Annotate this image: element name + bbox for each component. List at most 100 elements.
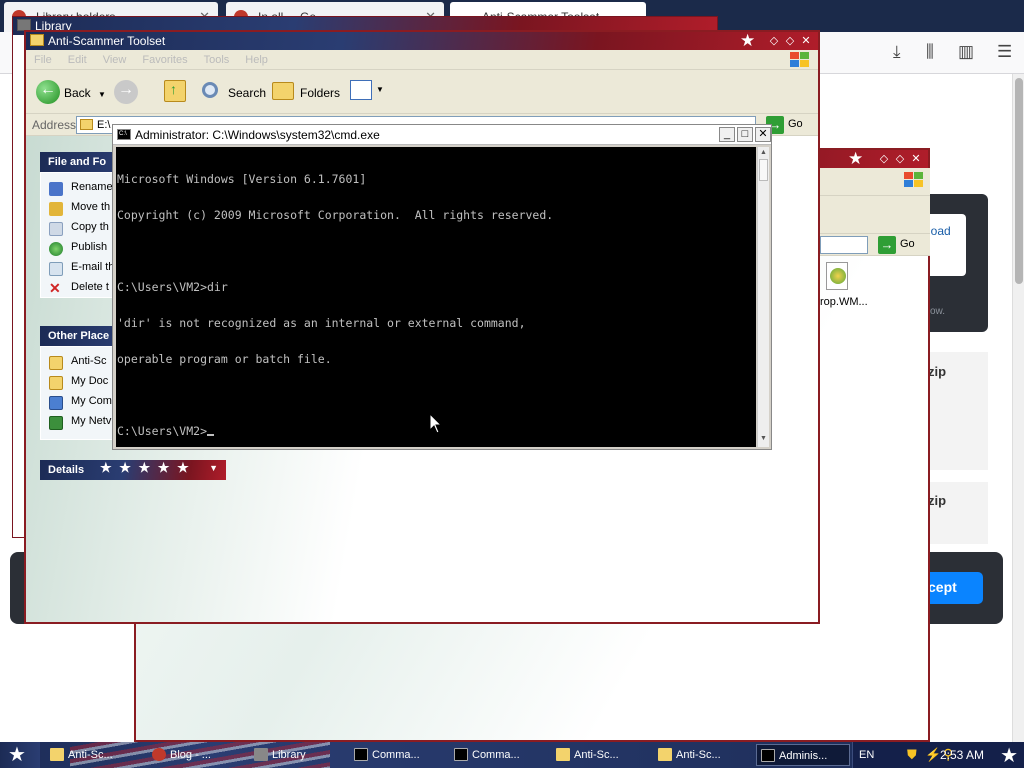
cmd-titlebar[interactable]: C:\ Administrator: C:\Windows\system32\c… [113, 125, 771, 145]
text-cursor [207, 434, 215, 436]
maximize-button[interactable]: □ [737, 127, 753, 142]
menu-help[interactable]: Help [237, 50, 276, 66]
cmd-window[interactable]: C:\ Administrator: C:\Windows\system32\c… [112, 124, 772, 450]
cmd-icon [454, 748, 468, 761]
menu-edit[interactable]: Edit [60, 50, 95, 66]
taskbar-item[interactable]: Anti-Sc... [46, 744, 142, 766]
task-move[interactable]: Move th [49, 201, 110, 217]
publish-globe-icon [49, 242, 63, 256]
library-icon [254, 748, 268, 761]
chevron-down-icon[interactable]: ▼ [98, 90, 106, 99]
cmd-icon [761, 749, 775, 762]
back-menubar [820, 168, 930, 196]
star-icon: ★ [740, 31, 756, 50]
up-folder-button[interactable]: ↑ [164, 80, 192, 106]
page-scrollbar[interactable] [1012, 74, 1024, 742]
download-card: load ow. [928, 194, 988, 332]
maximize-icon[interactable]: ◇ [782, 33, 798, 49]
taskbar-item[interactable]: Anti-Sc... [552, 744, 648, 766]
views-button[interactable]: ▼ [350, 80, 384, 106]
close-button[interactable]: ✕ [755, 127, 771, 142]
file-card [928, 482, 988, 544]
details-header[interactable]: Details ★ ★ ★ ★ ★ ▼ [40, 460, 226, 480]
minimize-button[interactable]: _ [719, 127, 735, 142]
scroll-up-icon[interactable]: ▲ [760, 149, 767, 156]
zip-label: zip [928, 493, 947, 508]
taskbar-item-active[interactable]: Adminis... [756, 744, 850, 766]
task-rename[interactable]: Rename [49, 181, 113, 197]
taskbar-item[interactable]: Anti-Sc... [654, 744, 750, 766]
task-copy[interactable]: Copy th [49, 221, 109, 237]
system-tray: EN ⛊ ⚡ ⚲ 2:53 AM ★ [852, 742, 1024, 768]
stars-decoration-icon: ★ ★ ★ ★ ★ [100, 460, 191, 475]
hamburger-menu-icon[interactable]: ☰ [997, 42, 1012, 62]
folder-icon [49, 356, 63, 370]
task-delete[interactable]: ✕ Delete t [49, 281, 109, 297]
forward-button[interactable] [114, 80, 154, 106]
my-documents-icon [49, 376, 63, 390]
taskbar-item[interactable]: Comma... [350, 744, 446, 766]
back-address-input[interactable] [820, 236, 868, 254]
menu-view[interactable]: View [95, 50, 135, 66]
scroll-thumb[interactable] [1015, 78, 1023, 284]
cmd-icon [354, 748, 368, 761]
console-scrollbar[interactable]: ▲ ▼ [757, 147, 769, 447]
move-icon [49, 202, 63, 216]
place-anti-scammer[interactable]: Anti-Sc [49, 355, 106, 371]
explorer-titlebar[interactable]: Anti-Scammer Toolset ★ ◇ ◇ ✕ [26, 31, 818, 50]
close-icon[interactable]: ✕ [908, 151, 924, 167]
maximize-icon[interactable]: ◇ [892, 151, 908, 167]
menu-file[interactable]: File [26, 50, 60, 66]
start-button[interactable]: ★ [0, 742, 40, 768]
zip-label: zip [928, 364, 947, 379]
star-icon: ★ [1000, 745, 1018, 767]
star-start-icon: ★ [8, 744, 26, 766]
back-go-button[interactable]: → Go [878, 236, 915, 254]
close-icon[interactable]: ✕ [798, 33, 814, 49]
menu-favorites[interactable]: Favorites [134, 50, 195, 66]
scroll-thumb[interactable] [759, 159, 768, 181]
place-my-documents[interactable]: My Doc [49, 375, 108, 391]
folders-button[interactable]: Folders [272, 80, 340, 106]
search-button[interactable]: Search [200, 80, 266, 106]
delete-x-icon: ✕ [49, 280, 61, 296]
go-arrow-icon: → [878, 236, 896, 254]
network-icon[interactable]: ⚡ [925, 747, 941, 763]
console-line: C:\Users\VM2>dir [117, 280, 228, 294]
sidebar-icon[interactable]: ▥ [958, 42, 974, 62]
forward-arrow-icon [114, 80, 138, 104]
language-indicator[interactable]: EN [859, 749, 874, 761]
task-publish[interactable]: Publish [49, 241, 107, 257]
download-button[interactable]: load [928, 214, 966, 276]
library-icon[interactable]: ⫼ [926, 42, 934, 62]
shield-icon[interactable]: ⛊ [907, 747, 917, 763]
taskbar: ★ Anti-Sc... Blog - ... Library Comma...… [0, 742, 1024, 768]
back-addressbar: → Go [820, 234, 930, 256]
menu-tools[interactable]: Tools [196, 50, 238, 66]
rename-icon [49, 182, 63, 196]
taskbar-item[interactable]: Comma... [450, 744, 546, 766]
downloads-icon[interactable]: ⤓ [893, 42, 901, 62]
place-my-network[interactable]: My Netv [49, 415, 111, 431]
console-output[interactable]: Microsoft Windows [Version 6.1.7601] Cop… [116, 147, 756, 447]
explorer-toolbar: Back ▼ ↑ Search Folders ▼ [26, 70, 818, 114]
expand-icon[interactable]: ▼ [209, 463, 218, 473]
file-item-icon[interactable] [822, 262, 852, 292]
minimize-icon[interactable]: ◇ [876, 151, 892, 167]
folder-icon [50, 748, 64, 761]
minimize-icon[interactable]: ◇ [766, 33, 782, 49]
back-button[interactable]: Back ▼ [36, 80, 106, 106]
taskbar-item[interactable]: Blog - ... [148, 744, 244, 766]
folder-icon [556, 748, 570, 761]
file-item-label[interactable]: rop.WM... [820, 296, 868, 308]
chevron-down-icon: ▼ [376, 85, 384, 94]
up-arrow-icon: ↑ [170, 81, 177, 97]
task-email[interactable]: E-mail th [49, 261, 114, 277]
folder-icon [658, 748, 672, 761]
clock[interactable]: 2:53 AM [940, 748, 984, 762]
taskbar-item[interactable]: Library [250, 744, 346, 766]
accept-cookies-button[interactable]: cept [928, 572, 983, 604]
place-my-computer[interactable]: My Com [49, 395, 112, 411]
scroll-down-icon[interactable]: ▼ [760, 435, 767, 442]
